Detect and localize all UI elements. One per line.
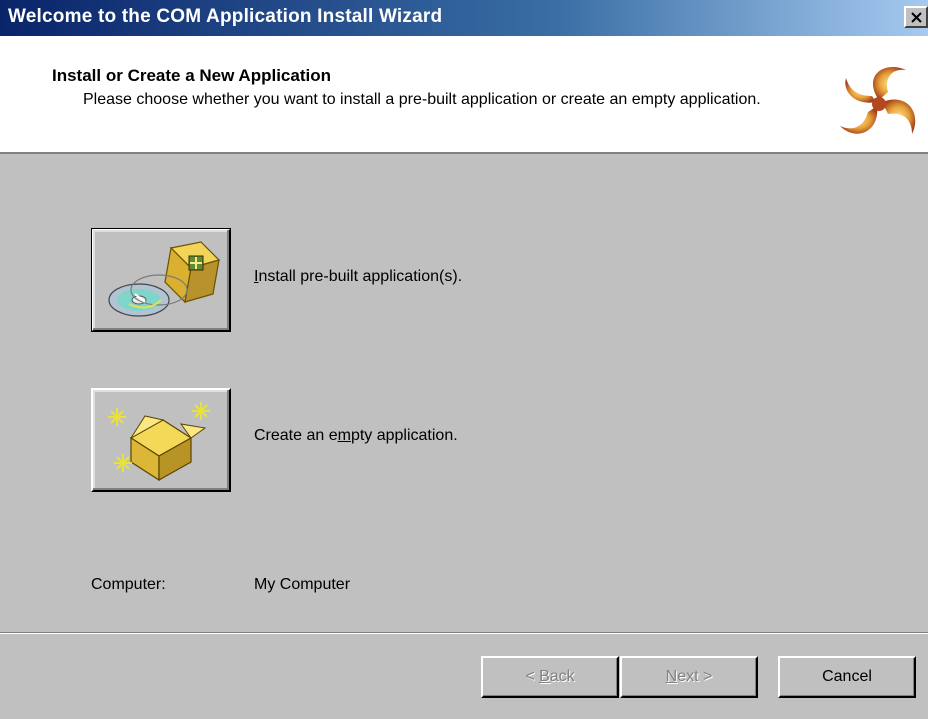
wizard-header: Install or Create a New Application Plea…	[0, 36, 928, 154]
window-title: Welcome to the COM Application Install W…	[8, 6, 443, 27]
install-prebuilt-button[interactable]	[91, 228, 231, 332]
open-box-sparkle-icon	[108, 402, 210, 482]
cd-and-package-icon	[108, 241, 221, 317]
com-plus-swirl-icon	[840, 66, 916, 134]
wizard-window: Welcome to the COM Application Install W…	[0, 0, 928, 719]
computer-label: Computer:	[91, 576, 166, 593]
computer-value: My Computer	[254, 576, 351, 593]
footer-divider	[0, 632, 928, 634]
close-button[interactable]	[904, 6, 928, 28]
create-empty-button[interactable]	[91, 388, 231, 492]
create-empty-label[interactable]: Create an empty application.	[254, 427, 458, 445]
cancel-button[interactable]: Cancel	[778, 656, 916, 698]
install-prebuilt-label[interactable]: Install pre-built application(s).	[254, 268, 462, 286]
page-title: Install or Create a New Application	[52, 66, 331, 85]
next-button[interactable]: Next >	[620, 656, 758, 698]
accelerator-key: m	[337, 427, 351, 444]
close-icon	[911, 12, 922, 23]
title-bar[interactable]: Welcome to the COM Application Install W…	[0, 0, 928, 36]
back-button[interactable]: < Back	[481, 656, 619, 698]
page-subtitle: Please choose whether you want to instal…	[83, 91, 761, 108]
